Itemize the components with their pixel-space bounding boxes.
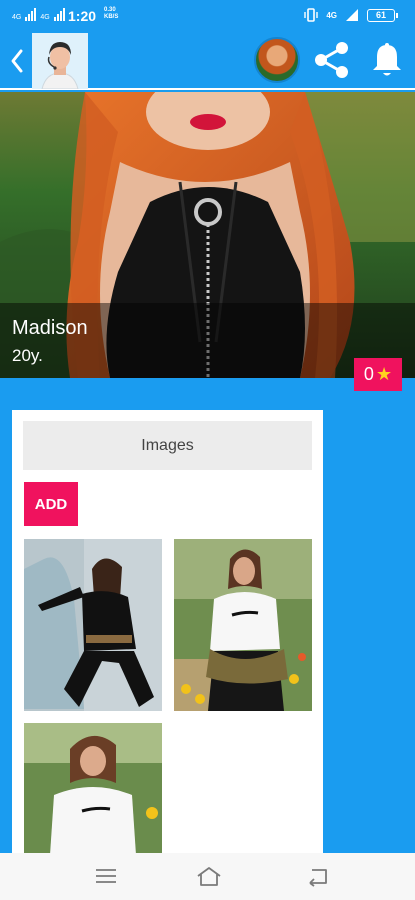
signal-icon (53, 8, 65, 21)
operator-image (32, 33, 88, 89)
bell-icon[interactable] (370, 42, 404, 78)
app-logo-avatar[interactable] (32, 33, 88, 89)
status-right: 4G 61 (304, 8, 398, 22)
system-nav-bar (0, 853, 415, 900)
signal-indicators: 4G 4G (12, 8, 65, 21)
rating-count: 0 (363, 364, 374, 384)
rating-badge[interactable]: 0 ★ (354, 358, 402, 391)
user-avatar[interactable] (254, 37, 300, 83)
status-bar: 4G 4G 1:20 0.30 KB/S 4G 61 (0, 0, 415, 32)
network-type-right: 4G (326, 10, 337, 20)
gallery-image-2[interactable] (174, 539, 312, 711)
star-icon: ★ (375, 364, 393, 384)
menu-icon[interactable] (94, 865, 118, 887)
vibrate-icon (304, 8, 319, 22)
gallery-image-3[interactable] (24, 723, 162, 855)
gallery-photo (24, 723, 162, 855)
network-speed: 0.30 KB/S (104, 7, 119, 20)
share-icon[interactable] (312, 40, 352, 80)
profile-caption: Madison 20y. (0, 303, 415, 378)
profile-photo: Madison 20y. (0, 92, 415, 378)
home-icon[interactable] (195, 865, 223, 887)
wifi-signal-icon (346, 9, 358, 21)
add-image-button[interactable]: ADD (24, 482, 78, 526)
return-icon[interactable] (306, 865, 330, 887)
battery-icon: 61 (367, 8, 398, 22)
signal-icon (25, 8, 37, 21)
tab-images[interactable]: Images (23, 421, 312, 470)
network-type-1: 4G (12, 14, 22, 21)
top-app-bar (0, 32, 415, 90)
clock: 1:20 (68, 8, 97, 24)
images-card: Images ADD (12, 410, 323, 855)
gallery-photo (24, 539, 162, 711)
network-type-2: 4G (40, 14, 50, 21)
back-icon[interactable] (8, 48, 26, 74)
profile-screen: 4G 4G 1:20 0.30 KB/S 4G 61 Madison 20y. … (0, 0, 415, 900)
gallery-image-1[interactable] (24, 539, 162, 711)
profile-name: Madison (12, 317, 88, 339)
gallery-photo (174, 539, 312, 711)
profile-age: 20y. (12, 346, 43, 365)
